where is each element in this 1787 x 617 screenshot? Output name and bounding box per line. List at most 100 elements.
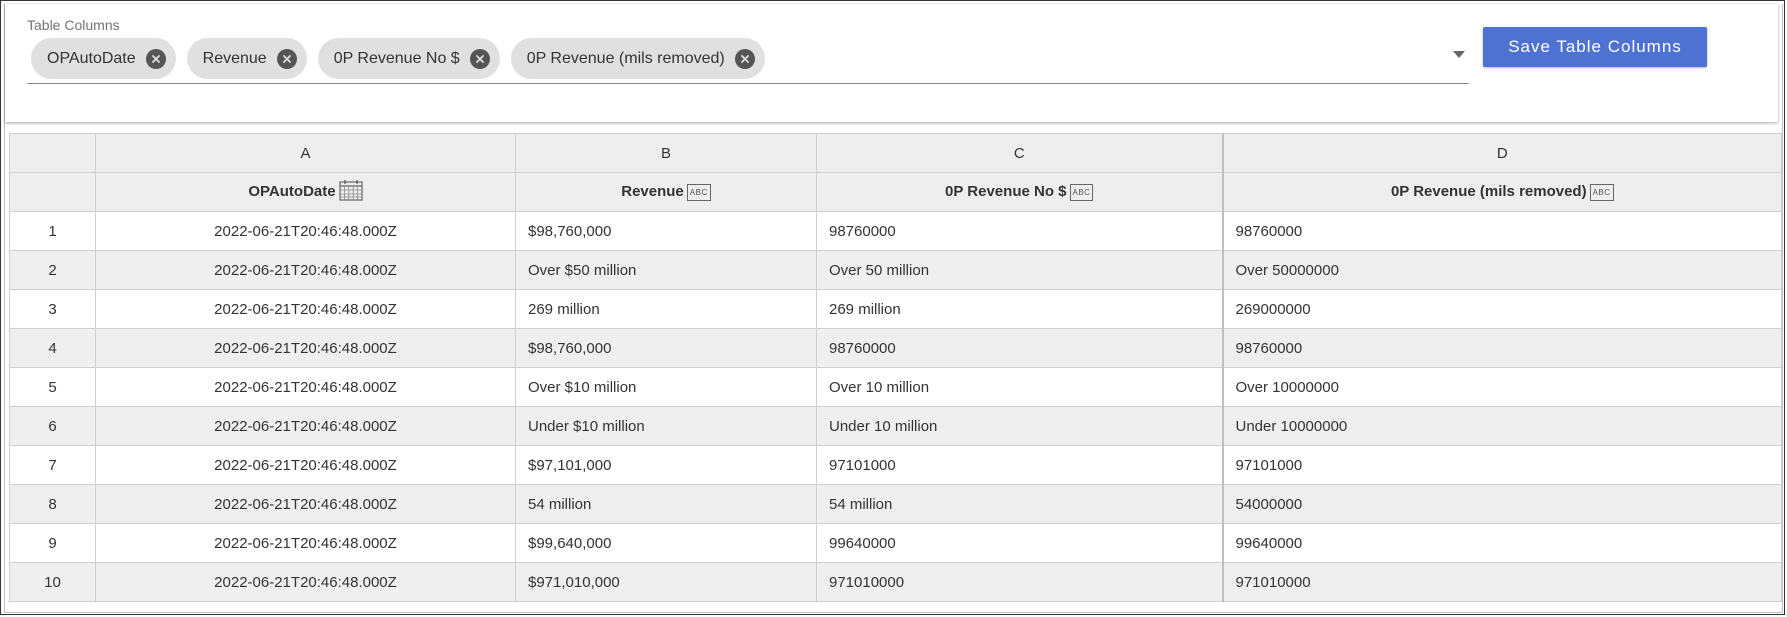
cell-revenue[interactable]: $98,760,000 bbox=[515, 211, 817, 251]
table-row[interactable]: 7 2022-06-21T20:46:48.000Z $97,101,000 9710… bbox=[9, 445, 1782, 485]
cell-revenue-no-dollar[interactable]: Over 10 million bbox=[816, 367, 1223, 407]
table-row[interactable]: 2 2022-06-21T20:46:48.000Z Over $50 millio… bbox=[9, 250, 1782, 290]
row-number[interactable]: 6 bbox=[9, 406, 96, 446]
table-row[interactable]: 5 2022-06-21T20:46:48.000Z Over $10 millio… bbox=[9, 367, 1782, 407]
row-number[interactable]: 2 bbox=[9, 250, 96, 290]
table-row[interactable]: 4 2022-06-21T20:46:48.000Z $98,760,000 9876… bbox=[9, 328, 1782, 368]
abc-icon: ABC bbox=[1589, 183, 1614, 201]
table-row[interactable]: 8 2022-06-21T20:46:48.000Z 54 million 54 mi… bbox=[9, 484, 1782, 524]
row-number[interactable]: 1 bbox=[9, 211, 96, 251]
cell-revenue-no-dollar[interactable]: Under 10 million bbox=[816, 406, 1223, 446]
chevron-down-icon[interactable] bbox=[1451, 48, 1467, 60]
column-chip-revenue-no-dollar[interactable]: 0P Revenue No $ bbox=[317, 38, 500, 79]
cell-opautodate[interactable]: 2022-06-21T20:46:48.000Z bbox=[95, 523, 516, 563]
row-number[interactable]: 5 bbox=[9, 367, 96, 407]
column-header-revenue-no-dollar[interactable]: 0P Revenue No $ ABC bbox=[816, 172, 1223, 212]
chip-label: Revenue bbox=[202, 49, 267, 67]
chip-label: OPAutoDate bbox=[47, 49, 136, 67]
cell-revenue-mils-removed[interactable]: 98760000 bbox=[1221, 328, 1782, 368]
cell-revenue[interactable]: Under $10 million bbox=[515, 406, 817, 446]
cell-revenue-no-dollar[interactable]: 269 million bbox=[816, 289, 1223, 329]
cell-opautodate[interactable]: 2022-06-21T20:46:48.000Z bbox=[95, 250, 516, 290]
save-table-columns-button[interactable]: Save Table Columns bbox=[1483, 27, 1707, 67]
close-icon[interactable] bbox=[469, 48, 490, 69]
cell-revenue-no-dollar[interactable]: 54 million bbox=[816, 484, 1223, 524]
cell-revenue-no-dollar[interactable]: 98760000 bbox=[816, 328, 1223, 368]
cell-revenue[interactable]: 269 million bbox=[515, 289, 817, 329]
input-underline bbox=[27, 83, 1469, 84]
column-chip-revenue[interactable]: Revenue bbox=[186, 38, 307, 79]
cell-revenue-no-dollar[interactable]: 99640000 bbox=[816, 523, 1223, 563]
column-letter-row: A B C D bbox=[9, 133, 1782, 173]
cell-revenue-no-dollar[interactable]: 98760000 bbox=[816, 211, 1223, 251]
table-columns-panel: Table Columns OPAutoDate Revenue 0P Reve… bbox=[5, 4, 1778, 122]
cell-revenue-mils-removed[interactable]: 98760000 bbox=[1221, 211, 1782, 251]
column-header-label: 0P Revenue (mils removed) bbox=[1390, 183, 1587, 201]
column-chip-list: OPAutoDate Revenue 0P Revenue No $ 0P Re… bbox=[31, 38, 765, 79]
column-header-row: OPAutoDate Revenue ABC 0P Revenue No $ ABC… bbox=[9, 172, 1782, 212]
cell-revenue[interactable]: $97,101,000 bbox=[515, 445, 817, 485]
cell-opautodate[interactable]: 2022-06-21T20:46:48.000Z bbox=[95, 562, 516, 602]
row-number[interactable]: 3 bbox=[9, 289, 96, 329]
cell-revenue-mils-removed[interactable]: 269000000 bbox=[1221, 289, 1782, 329]
column-chip-revenue-mils-removed[interactable]: 0P Revenue (mils removed) bbox=[510, 38, 765, 79]
table-row[interactable]: 1 2022-06-21T20:46:48.000Z $98,760,000 9876… bbox=[9, 211, 1782, 251]
abc-icon: ABC bbox=[1069, 183, 1094, 201]
row-number[interactable]: 8 bbox=[9, 484, 96, 524]
calendar-icon bbox=[339, 179, 363, 205]
cell-opautodate[interactable]: 2022-06-21T20:46:48.000Z bbox=[95, 211, 516, 251]
cell-revenue-mils-removed[interactable]: 54000000 bbox=[1221, 484, 1782, 524]
row-number[interactable]: 4 bbox=[9, 328, 96, 368]
column-header-opautodate[interactable]: OPAutoDate bbox=[95, 172, 516, 212]
cell-revenue[interactable]: $98,760,000 bbox=[515, 328, 817, 368]
cell-revenue-mils-removed[interactable]: Under 10000000 bbox=[1221, 406, 1782, 446]
cell-revenue[interactable]: $971,010,000 bbox=[515, 562, 817, 602]
column-letter[interactable]: D bbox=[1221, 133, 1782, 173]
table-row[interactable]: 3 2022-06-21T20:46:48.000Z 269 million 269 … bbox=[9, 289, 1782, 329]
cell-revenue-no-dollar[interactable]: 971010000 bbox=[816, 562, 1223, 602]
cell-revenue[interactable]: Over $50 million bbox=[515, 250, 817, 290]
row-number[interactable]: 10 bbox=[9, 562, 96, 602]
data-table: A B C D OPAutoDate Revenue ABC 0P Revenue… bbox=[9, 133, 1782, 602]
column-letter[interactable]: A bbox=[95, 133, 516, 173]
table-columns-label: Table Columns bbox=[27, 17, 120, 33]
column-header-label: 0P Revenue No $ bbox=[945, 183, 1067, 201]
cell-revenue-mils-removed[interactable]: Over 10000000 bbox=[1221, 367, 1782, 407]
cell-revenue-no-dollar[interactable]: 97101000 bbox=[816, 445, 1223, 485]
table-row[interactable]: 10 2022-06-21T20:46:48.000Z $971,010,000 97… bbox=[9, 562, 1782, 602]
cell-revenue-mils-removed[interactable]: 97101000 bbox=[1221, 445, 1782, 485]
cell-revenue[interactable]: 54 million bbox=[515, 484, 817, 524]
chip-label: 0P Revenue No $ bbox=[333, 49, 460, 67]
cell-opautodate[interactable]: 2022-06-21T20:46:48.000Z bbox=[95, 367, 516, 407]
close-icon[interactable] bbox=[145, 48, 166, 69]
cell-revenue-mils-removed[interactable]: 99640000 bbox=[1221, 523, 1782, 563]
row-number[interactable]: 7 bbox=[9, 445, 96, 485]
column-header-revenue[interactable]: Revenue ABC bbox=[515, 172, 817, 212]
cell-revenue-mils-removed[interactable]: 971010000 bbox=[1221, 562, 1782, 602]
cell-revenue-no-dollar[interactable]: Over 50 million bbox=[816, 250, 1223, 290]
table-row[interactable]: 6 2022-06-21T20:46:48.000Z Under $10 milli… bbox=[9, 406, 1782, 446]
table-row[interactable]: 9 2022-06-21T20:46:48.000Z $99,640,000 9964… bbox=[9, 523, 1782, 563]
column-letter[interactable]: C bbox=[816, 133, 1223, 173]
cell-opautodate[interactable]: 2022-06-21T20:46:48.000Z bbox=[95, 445, 516, 485]
chip-label: 0P Revenue (mils removed) bbox=[526, 49, 725, 67]
column-header-revenue-mils-removed[interactable]: 0P Revenue (mils removed) ABC bbox=[1221, 172, 1782, 212]
cell-revenue[interactable]: $99,640,000 bbox=[515, 523, 817, 563]
cell-revenue[interactable]: Over $10 million bbox=[515, 367, 817, 407]
column-letter[interactable]: B bbox=[515, 133, 817, 173]
column-chip-opautodate[interactable]: OPAutoDate bbox=[31, 38, 176, 79]
column-header-label: OPAutoDate bbox=[248, 182, 336, 200]
close-icon[interactable] bbox=[276, 48, 297, 69]
cell-revenue-mils-removed[interactable]: Over 50000000 bbox=[1221, 250, 1782, 290]
corner-cell bbox=[9, 172, 96, 212]
column-header-label: Revenue bbox=[621, 183, 684, 201]
close-icon[interactable] bbox=[734, 48, 755, 69]
cell-opautodate[interactable]: 2022-06-21T20:46:48.000Z bbox=[95, 289, 516, 329]
row-number[interactable]: 9 bbox=[9, 523, 96, 563]
abc-icon: ABC bbox=[686, 183, 711, 201]
cell-opautodate[interactable]: 2022-06-21T20:46:48.000Z bbox=[95, 484, 516, 524]
cell-opautodate[interactable]: 2022-06-21T20:46:48.000Z bbox=[95, 328, 516, 368]
table-body: 1 2022-06-21T20:46:48.000Z $98,760,000 9876… bbox=[9, 211, 1782, 602]
corner-cell bbox=[9, 133, 96, 173]
cell-opautodate[interactable]: 2022-06-21T20:46:48.000Z bbox=[95, 406, 516, 446]
